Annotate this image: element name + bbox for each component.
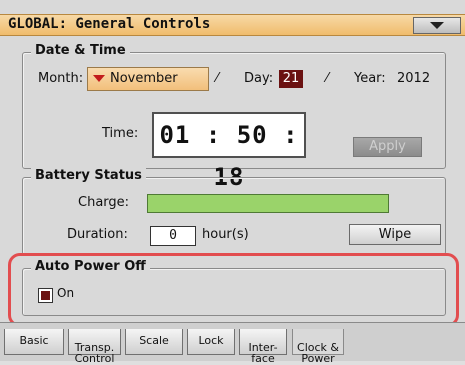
apply-button[interactable]: Apply (353, 137, 422, 157)
tab-scale-label: Scale (139, 334, 169, 347)
tab-interface[interactable]: Inter- face (239, 329, 287, 364)
tab-basic-label: Basic (19, 334, 49, 347)
date-separator-2: ⁄ (326, 71, 329, 86)
month-value: November (110, 71, 178, 86)
year-label: Year: (354, 71, 386, 86)
tab-clock-power-label: Clock & Power (297, 341, 339, 365)
duration-label: Duration: (67, 227, 128, 242)
time-label: Time: (102, 126, 139, 141)
date-time-group-label: Date & Time (31, 43, 130, 58)
wipe-button[interactable]: Wipe (349, 224, 441, 245)
date-separator-1: ⁄ (216, 71, 219, 86)
screen: GLOBAL: General Controls Date & Time Mon… (0, 0, 465, 364)
auto-power-off-highlight (8, 253, 459, 327)
duration-unit: hour(s) (202, 227, 249, 242)
day-label: Day: (244, 71, 274, 86)
tab-scale[interactable]: Scale (125, 329, 183, 355)
tab-clock-power[interactable]: Clock & Power (292, 329, 344, 364)
tab-lock-label: Lock (198, 334, 224, 347)
tab-lock[interactable]: Lock (187, 329, 235, 355)
charge-level-bar (147, 194, 389, 213)
time-field[interactable]: 01 : 50 : 18 (152, 112, 306, 191)
month-dropdown[interactable]: November (87, 67, 209, 91)
dropdown-arrow-icon (93, 75, 105, 82)
title-bar: GLOBAL: General Controls (0, 14, 465, 36)
page-menu-button[interactable] (413, 17, 461, 34)
battery-status-group-label: Battery Status (31, 168, 146, 183)
duration-field[interactable]: 0 (150, 226, 196, 246)
tab-bar: Basic Transp. Control Scale Lock Inter- … (0, 322, 465, 364)
charge-label: Charge: (78, 195, 130, 210)
tab-transport-control[interactable]: Transp. Control (68, 329, 121, 364)
tab-basic[interactable]: Basic (4, 329, 64, 355)
page-title: GLOBAL: General Controls (8, 16, 211, 32)
month-label: Month: (38, 71, 84, 86)
year-value[interactable]: 2012 (397, 71, 430, 86)
tab-interface-label: Inter- face (248, 341, 278, 365)
triangle-down-icon (430, 22, 444, 29)
day-field[interactable]: 21 (279, 70, 303, 88)
tab-transport-control-label: Transp. Control (74, 341, 115, 365)
